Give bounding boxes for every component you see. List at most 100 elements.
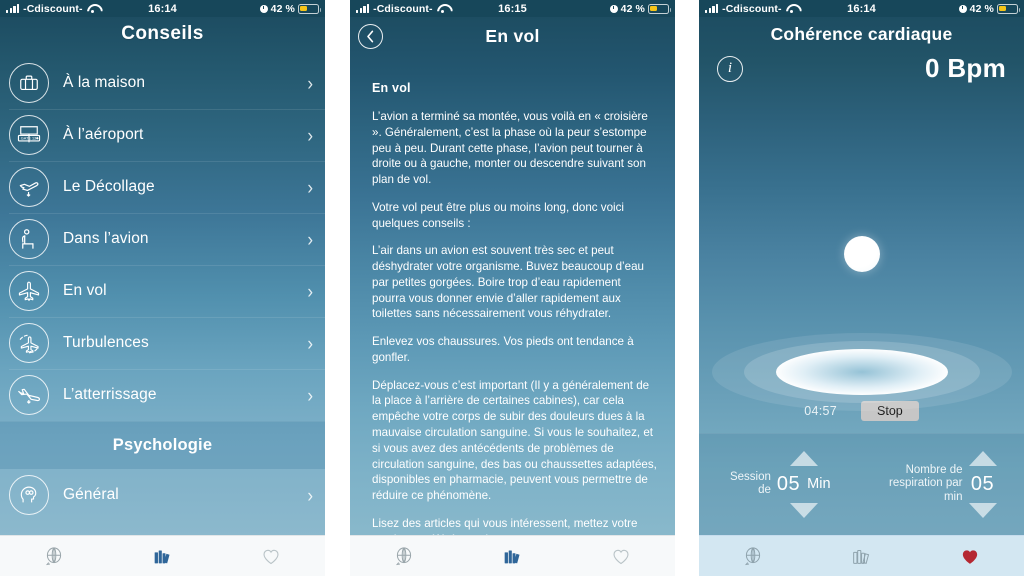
breathing-animation [699,84,1024,411]
seat-icon [9,219,49,259]
tab-globe[interactable] [0,536,108,576]
battery-icon [298,3,322,14]
list-item-label: Dans l’avion [63,230,149,247]
article-paragraph: Déplacez-vous c’est important (Il y a gé… [372,378,657,503]
session-value: 05 [776,472,801,495]
globe-icon [745,547,761,566]
breathing-ball [843,236,880,272]
globe-icon [396,547,412,566]
chevron-left-icon [367,30,374,42]
breath-rate-setting: Nombre de respiration par min 05 [862,450,1024,518]
bpm-value: 0 Bpm [925,53,1006,83]
page-title: Conseils [121,23,204,44]
list-item-turbulences[interactable]: Turbulences › [0,317,325,369]
article-heading: En vol [372,81,411,95]
alarm-clock-icon [609,4,618,13]
three-phone-screenshots: -Cdiscount- 16:14 42 % Conseils À la mai… [0,0,1024,576]
battery-icon [997,3,1021,14]
tab-books[interactable] [108,536,216,576]
status-left-group: -Cdiscount- [705,3,798,15]
battery-icon [648,3,672,14]
list-item-le-decollage[interactable]: Le Décollage › [0,161,325,213]
session-duration-label: Session de [730,471,771,497]
article-content[interactable]: En vol L’avion a terminé sa montée, vous… [350,55,675,535]
tab-books[interactable] [807,536,915,576]
plane-icon [9,271,49,311]
list-item-a-la-maison[interactable]: À la maison › [0,57,325,109]
label-line: de [758,484,771,496]
increase-session-icon[interactable] [789,450,818,466]
decrease-breath-rate-icon[interactable] [968,502,997,518]
alarm-clock-icon [958,4,967,13]
tab-books[interactable] [458,536,566,576]
tab-heart[interactable] [217,536,325,576]
plane-landing-icon [9,375,49,415]
chevron-right-icon: › [307,332,313,354]
status-right-group: 42 % [259,2,322,15]
article-paragraph: Votre vol peut être plus ou moins long, … [372,200,624,230]
phone-panel-conseils: -Cdiscount- 16:14 42 % Conseils À la mai… [0,0,325,576]
carrier-label: -Cdiscount- [373,2,433,15]
increase-breath-rate-icon[interactable] [968,450,997,466]
chevron-right-icon: › [307,384,313,406]
decrease-session-icon[interactable] [789,502,818,518]
session-duration-setting: Session de 05 Min [699,450,862,518]
list-item-a-l-aeroport[interactable]: GATE 12 À l’aéroport › [0,109,325,161]
conseils-screen-body: Conseils À la maison › GATE 12 À l’aérop… [0,17,325,576]
tab-bar-3 [699,535,1024,576]
wifi-icon [437,4,449,14]
phone-panel-article: -Cdiscount- 16:15 42 % En vol En vol L’a… [350,0,675,576]
chevron-right-icon: › [307,72,313,94]
status-bar-2: -Cdiscount- 16:15 42 % [350,0,675,17]
list-item-label: En vol [63,282,107,299]
breath-rate-label: Nombre de respiration par min [889,464,963,504]
status-right-group: 42 % [609,2,672,15]
books-icon [155,550,171,564]
battery-percent-label: 42 % [620,2,645,15]
signal-bars-icon [6,4,20,13]
gate-sign-icon: GATE 12 [9,115,49,155]
ripple-inner [775,349,948,395]
list-item-label: Turbulences [63,334,149,351]
chevron-right-icon: › [307,228,313,250]
session-unit: Min [807,476,831,492]
header-row: i 0 Bpm [699,45,1024,84]
plane-takeoff-icon [9,167,49,207]
tab-heart[interactable] [567,536,675,576]
list-item-label: Le Décollage [63,178,155,195]
tab-heart[interactable] [916,536,1024,576]
tab-globe[interactable] [350,536,458,576]
status-bar-1: -Cdiscount- 16:14 42 % [0,0,325,17]
phone-panel-coherence-cardiaque: -Cdiscount- 16:14 42 % Cohérence cardiaq… [699,0,1024,576]
article-paragraph: Enlevez vos chaussures. Vos pieds ont te… [372,335,634,364]
article-screen-body: En vol En vol L’avion a terminé sa monté… [350,17,675,576]
tab-bar-1 [0,535,325,576]
article-paragraph: L’avion a terminé sa montée, vous voilà … [372,110,648,187]
breath-rate-stepper: 05 [968,450,997,518]
wifi-icon [87,4,99,14]
list-item-dans-l-avion[interactable]: Dans l’avion › [0,213,325,265]
list-item-general[interactable]: Général › [0,469,325,521]
alarm-clock-icon [259,4,268,13]
suitcase-icon [9,63,49,103]
nav-bar: En vol [350,17,675,55]
info-icon[interactable]: i [717,55,743,82]
status-bar-3: -Cdiscount- 16:14 42 % [699,0,1024,17]
carrier-label: -Cdiscount- [23,2,83,15]
label-line: min [943,490,963,503]
chevron-right-icon: › [307,484,313,506]
list-item-l-atterrissage[interactable]: L’atterrissage › [0,369,325,421]
list-item-label: L’atterrissage [63,386,157,403]
breath-rate-value: 05 [970,472,995,495]
coherence-screen-body: Cohérence cardiaque i 0 Bpm 04:57 Stop S… [699,17,1024,576]
tab-globe[interactable] [699,536,807,576]
books-icon [853,549,870,564]
back-button[interactable] [358,23,383,49]
battery-percent-label: 42 % [270,2,295,15]
list-item-label: À l’aéroport [63,126,144,143]
list-item-en-vol[interactable]: En vol › [0,265,325,317]
battery-percent-label: 42 % [969,2,994,15]
signal-bars-icon [356,4,370,13]
label-line: Nombre de [905,464,963,477]
label-line: Session [729,470,771,483]
